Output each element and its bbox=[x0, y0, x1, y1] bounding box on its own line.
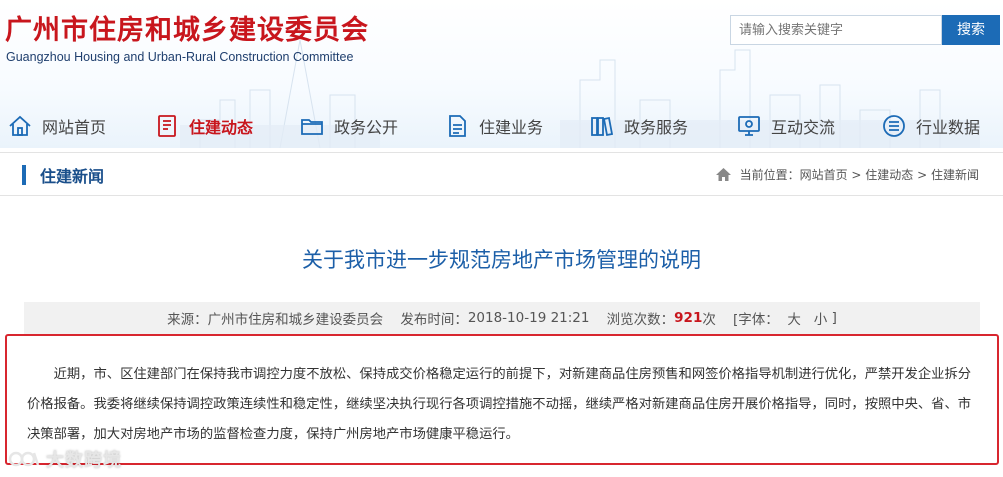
font-size-close: ] bbox=[831, 310, 837, 326]
breadcrumb-prefix: 当前位置： bbox=[739, 168, 800, 182]
nav-item-industry-data[interactable]: 行业数据 bbox=[882, 104, 980, 148]
date-label: 发布时间： bbox=[400, 312, 468, 328]
breadcrumb-separator: > bbox=[847, 167, 866, 182]
monitor-icon bbox=[738, 116, 760, 136]
content-panel: 住建新闻 当前位置： 网站首页 > 住建动态 > 住建新闻 关于我市进一步规范房… bbox=[0, 152, 1003, 477]
nav-item-interaction[interactable]: 互动交流 bbox=[737, 104, 835, 148]
section-title: 住建新闻 bbox=[22, 163, 104, 187]
breadcrumb-separator: > bbox=[913, 167, 931, 182]
source-label: 来源： bbox=[167, 312, 208, 328]
nav-label: 住建动态 bbox=[189, 118, 254, 137]
section-header: 住建新闻 当前位置： 网站首页 > 住建动态 > 住建新闻 bbox=[0, 152, 1003, 196]
site-title[interactable]: 广州市住房和城乡建设委员会 bbox=[5, 8, 369, 47]
breadcrumb: 当前位置： 网站首页 > 住建动态 > 住建新闻 bbox=[715, 166, 979, 183]
article-body: 近期，市、区住建部门在保持我市调控力度不放松、保持成交价格稳定运行的前提下，对新… bbox=[27, 367, 972, 442]
file-icon bbox=[449, 115, 466, 137]
home-icon bbox=[715, 168, 731, 181]
nav-item-business[interactable]: 住建业务 bbox=[445, 104, 543, 148]
breadcrumb-link-current[interactable]: 住建新闻 bbox=[931, 166, 979, 183]
section-title-text: 住建新闻 bbox=[40, 167, 105, 186]
nav-item-services[interactable]: 政务服务 bbox=[590, 104, 688, 148]
watermark: 大数跨境 bbox=[8, 446, 122, 472]
font-size-large-button[interactable]: 大 bbox=[787, 308, 801, 328]
breadcrumb-link-home[interactable]: 网站首页 bbox=[800, 166, 848, 183]
views-label: 浏览次数： bbox=[606, 312, 675, 328]
nav-label: 互动交流 bbox=[771, 118, 836, 137]
books-icon bbox=[591, 116, 614, 137]
folder-icon bbox=[301, 119, 323, 135]
nav-label: 网站首页 bbox=[42, 118, 107, 137]
source-value: 广州市住房和城乡建设委员会 bbox=[207, 312, 384, 328]
breadcrumb-link-news[interactable]: 住建动态 bbox=[865, 166, 913, 183]
views-count: 921 bbox=[674, 310, 703, 326]
watermark-logo-icon bbox=[8, 451, 40, 467]
search-input[interactable] bbox=[730, 15, 942, 45]
site-title-english: Guangzhou Housing and Urban-Rural Constr… bbox=[6, 50, 354, 64]
nav-item-news[interactable]: 住建动态 bbox=[155, 104, 253, 148]
views-unit: 次 bbox=[702, 312, 716, 328]
nav-label: 政务公开 bbox=[334, 118, 399, 137]
search-button[interactable]: 搜索 bbox=[942, 15, 1000, 45]
nav-item-home[interactable]: 网站首页 bbox=[8, 104, 106, 148]
main-nav: 网站首页 住建动态 政务公开 住建业务 政务服务 互动交流 行业数据 bbox=[0, 104, 1003, 148]
font-size-label: [字体： bbox=[733, 312, 779, 328]
article-body-highlight: 近期，市、区住建部门在保持我市调控力度不放松、保持成交价格稳定运行的前提下，对新… bbox=[5, 334, 999, 465]
site-header: 广州市住房和城乡建设委员会 Guangzhou Housing and Urba… bbox=[0, 0, 1003, 148]
date-value: 2018-10-19 21:21 bbox=[467, 310, 590, 326]
nav-label: 住建业务 bbox=[479, 118, 544, 137]
section-title-bar bbox=[22, 165, 26, 185]
nav-item-public-affairs[interactable]: 政务公开 bbox=[300, 104, 398, 148]
font-size-small-button[interactable]: 小 bbox=[814, 308, 828, 328]
document-icon bbox=[158, 115, 176, 137]
article-meta: 来源： 广州市住房和城乡建设委员会 发布时间： 2018-10-19 21:21 浏… bbox=[24, 302, 980, 334]
home-icon bbox=[9, 115, 31, 136]
article-title: 关于我市进一步规范房地产市场管理的说明 bbox=[302, 248, 701, 272]
nav-label: 行业数据 bbox=[916, 118, 981, 137]
watermark-text: 大数跨境 bbox=[46, 450, 122, 471]
nav-label: 政务服务 bbox=[624, 118, 689, 137]
list-icon bbox=[883, 115, 905, 137]
